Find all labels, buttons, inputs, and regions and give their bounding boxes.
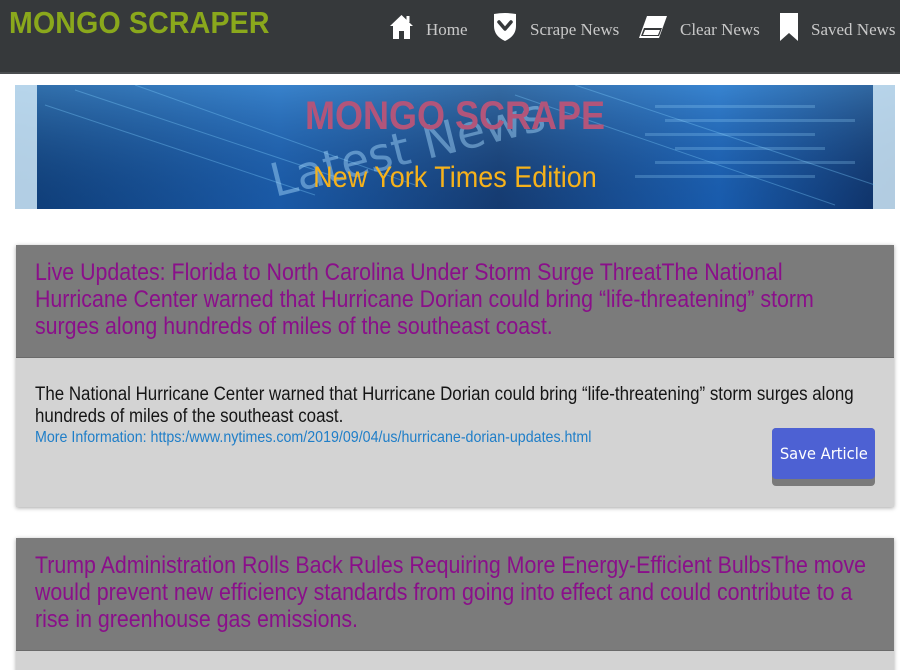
banner: Latest News MONGO SCRAPE New York Times …: [15, 85, 895, 209]
nav-scrape-news-label: Scrape News: [530, 20, 620, 39]
article-card-body: [16, 651, 894, 670]
banner-subtitle: New York Times Edition: [313, 161, 597, 194]
article-link[interactable]: More Information: https:/www.nytimes.com…: [35, 428, 591, 448]
navbar: MONGO SCRAPER Home Scrape News Clear New…: [0, 0, 900, 74]
nav-clear-news[interactable]: Clear News: [638, 9, 760, 45]
nav-saved-news[interactable]: Saved News: [779, 9, 896, 45]
article-card: Live Updates: Florida to North Carolina …: [16, 245, 894, 507]
banner-title: MONGO SCRAPE: [304, 94, 606, 138]
nav-saved-news-label: Saved News: [811, 20, 896, 39]
article-card-header: Live Updates: Florida to North Carolina …: [16, 245, 894, 358]
article-card-header: Trump Administration Rolls Back Rules Re…: [16, 538, 894, 651]
shield-chevron-icon: [492, 12, 518, 42]
save-article-button[interactable]: Save Article: [772, 428, 875, 486]
nav-home-label: Home: [426, 20, 468, 39]
article-card: Trump Administration Rolls Back Rules Re…: [16, 538, 894, 670]
brand-title[interactable]: MONGO SCRAPER: [9, 5, 270, 41]
save-article-button-label: Save Article: [779, 444, 868, 463]
home-icon: [389, 14, 414, 40]
article-summary: The National Hurricane Center warned tha…: [35, 384, 854, 427]
bookmark-icon: [779, 12, 799, 42]
eraser-icon: [638, 15, 668, 39]
nav-home[interactable]: Home: [389, 9, 468, 45]
nav-scrape-news[interactable]: Scrape News: [492, 9, 619, 45]
nav-clear-news-label: Clear News: [680, 20, 760, 39]
article-title: Trump Administration Rolls Back Rules Re…: [35, 552, 867, 633]
article-title: Live Updates: Florida to North Carolina …: [35, 259, 814, 340]
article-card-body: The National Hurricane Center warned tha…: [16, 358, 894, 507]
